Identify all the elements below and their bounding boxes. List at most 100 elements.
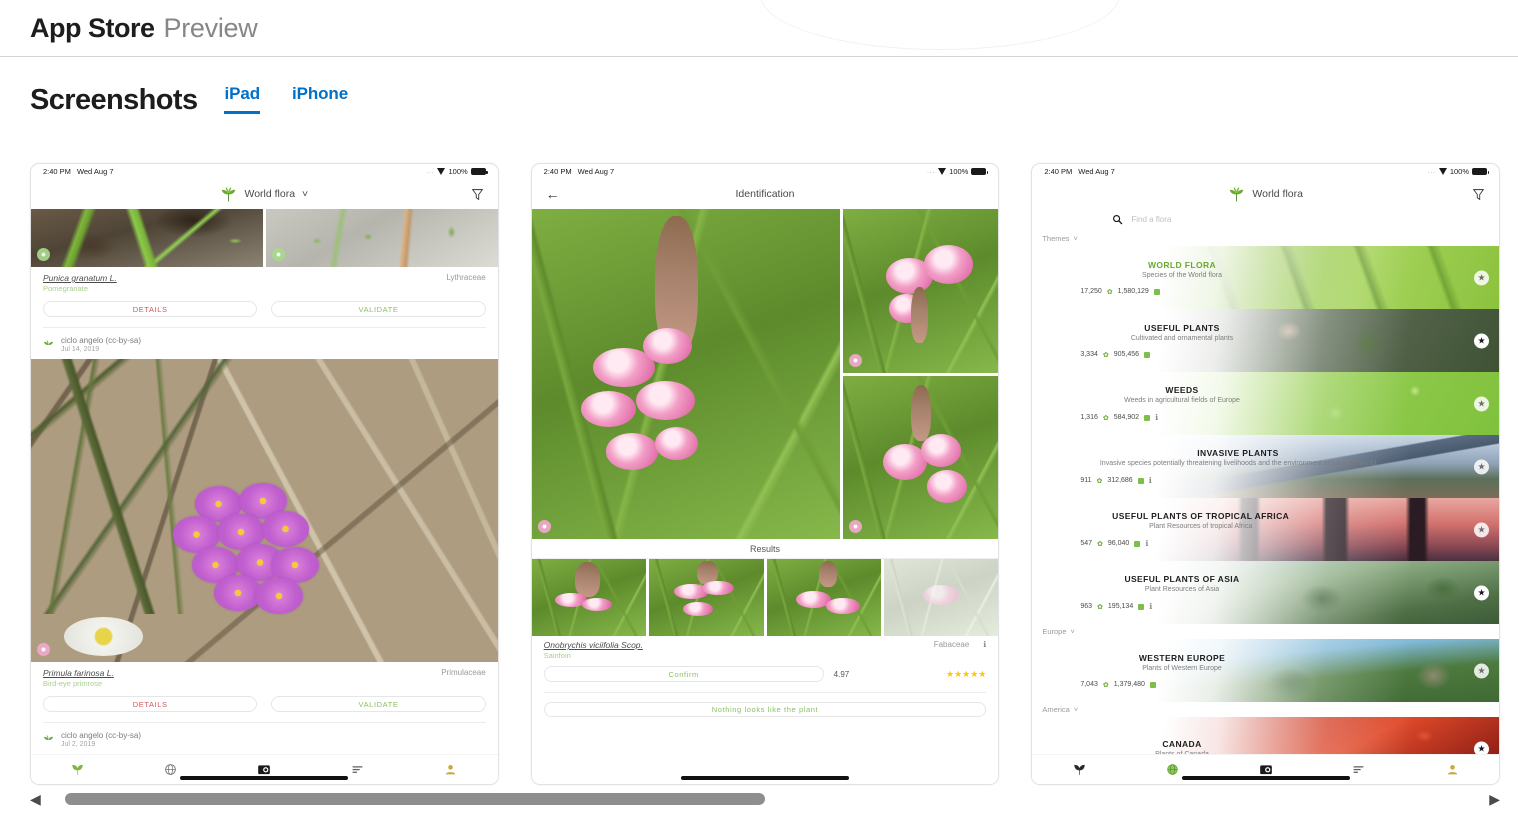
flora-card-asia[interactable]: USEFUL PLANTS OF ASIA Plant Resources of… [1032,561,1499,624]
tab-bar-1[interactable] [31,754,498,784]
screenshot-3-floras[interactable]: 2:40 PM Wed Aug 7 ... 100% World flora [1031,163,1500,785]
scroll-right-arrow[interactable]: ▶ [1489,792,1500,806]
search-input[interactable]: Find a flora [1131,215,1171,224]
result-thumbnail[interactable] [532,559,646,636]
favorite-star-icon[interactable]: ★ [1474,270,1489,285]
profile-icon[interactable] [1445,763,1459,777]
author-name[interactable]: ciclo angelo (cc-by-sa) [61,336,141,345]
carousel-scrollbar[interactable]: ◀ ▶ [30,788,1500,810]
wifi-icon [437,168,445,175]
species-family: Fabaceae [934,640,970,649]
section-themes[interactable]: Themes˅ [1032,231,1499,246]
tab-iphone[interactable]: iPhone [292,84,348,114]
back-arrow-icon[interactable]: ← [546,187,560,201]
signal-dots: ... [1428,169,1436,175]
flora-subtitle: Cultivated and ornamental plants [1042,335,1321,342]
flora-list[interactable]: WORLD FLORA Species of the World flora 1… [1032,246,1499,754]
observation-2-photo[interactable] [31,359,498,662]
flora-species-count: 3,334 [1080,351,1098,358]
nothing-matches-button[interactable]: Nothing looks like the plant [544,702,987,717]
result-thumbnail[interactable] [767,559,881,636]
image-icon [1154,289,1160,295]
identification-photo-grid[interactable] [532,209,999,539]
flora-card-tropical-africa[interactable]: USEFUL PLANTS OF TROPICAL AFRICA Plant R… [1032,498,1499,561]
screenshot-carousel[interactable]: 2:40 PM Wed Aug 7 ... 100% World flora [30,163,1500,785]
flora-card-useful-plants[interactable]: USEFUL PLANTS Cultivated and ornamental … [1032,309,1499,372]
profile-icon[interactable] [444,763,458,777]
section-europe[interactable]: Europe˅ [1032,624,1499,639]
info-icon[interactable]: ℹ [1149,602,1152,611]
filter-icon[interactable] [1472,188,1485,201]
info-icon[interactable]: ℹ [983,640,986,649]
list-icon[interactable] [351,763,365,777]
plant-icon[interactable] [1072,763,1086,777]
details-button[interactable]: DETAILS [43,301,257,317]
screenshot-2-identification[interactable]: 2:40 PM Wed Aug 7 ... 100% ← Identificat… [531,163,1000,785]
camera-icon[interactable] [1259,763,1273,777]
scroll-left-arrow[interactable]: ◀ [30,792,41,806]
query-photo-main[interactable] [532,209,840,539]
confirm-button[interactable]: Confirm [544,666,824,682]
home-indicator [1182,776,1350,780]
battery-percent: 100% [949,167,968,176]
species-name[interactable]: Onobrychis viciifolia Scop. [544,640,643,650]
validate-button[interactable]: VALIDATE [271,301,485,317]
filter-icon[interactable] [471,188,484,201]
flora-card-invasive-plants[interactable]: INVASIVE PLANTS Invasive species potenti… [1032,435,1499,498]
query-photo-tertiary[interactable] [843,376,999,540]
globe-icon[interactable] [1165,763,1179,777]
favorite-star-icon[interactable]: ★ [1474,663,1489,678]
app-nav-bar-2: ← Identification [532,179,999,209]
result-thumbnail-more[interactable] [884,559,998,636]
flora-search-bar[interactable]: Find a flora [1032,209,1499,231]
camera-icon[interactable] [257,763,271,777]
favorite-star-icon[interactable]: ★ [1474,585,1489,600]
info-icon[interactable]: ℹ [1155,413,1158,422]
info-icon[interactable]: ℹ [1145,539,1148,548]
status-time: 2:40 PM [544,167,572,176]
favorite-star-icon[interactable]: ★ [1474,396,1489,411]
observation-1-photos[interactable] [31,209,498,267]
details-button[interactable]: DETAILS [43,696,257,712]
validate-button[interactable]: VALIDATE [271,696,485,712]
tab-bar-3[interactable] [1032,754,1499,784]
info-icon[interactable]: ℹ [1149,476,1152,485]
image-icon [1138,478,1144,484]
flora-card-western-europe[interactable]: WESTERN EUROPE Plants of Western Europe … [1032,639,1499,702]
result-thumbnails[interactable] [532,559,999,636]
query-photo-secondary[interactable] [843,209,999,373]
list-icon[interactable] [1352,763,1366,777]
author-name[interactable]: ciclo angelo (cc-by-sa) [61,731,141,740]
flora-title: WEEDS [1042,385,1321,395]
species-name[interactable]: Primula farinosa L. [43,668,114,678]
plant-icon[interactable] [71,763,85,777]
scrollbar-track[interactable] [47,793,1483,805]
chevron-down-icon[interactable]: ˅ [302,188,308,200]
species-family: Primulaceae [441,668,485,677]
globe-icon[interactable] [164,763,178,777]
flora-species-count: 963 [1080,603,1092,610]
favorite-star-icon[interactable]: ★ [1474,522,1489,537]
observation-photo[interactable] [31,209,263,267]
tab-ipad[interactable]: iPad [224,84,260,114]
section-america[interactable]: America˅ [1032,702,1499,717]
favorite-star-icon[interactable]: ★ [1474,333,1489,348]
flora-species-count: 17,250 [1080,288,1101,295]
species-name[interactable]: Punica granatum L. [43,273,117,283]
favorite-star-icon[interactable]: ★ [1474,741,1489,754]
leaf-badge-icon [37,248,50,261]
flower-badge-icon [538,520,551,533]
chevron-down-icon: ˅ [1073,234,1077,243]
favorite-star-icon[interactable]: ★ [1474,459,1489,474]
chevron-down-icon: ˅ [1071,627,1075,636]
species-family: Lythraceae [446,273,485,282]
flora-card-canada[interactable]: CANADA Plants of Canada ★ [1032,717,1499,754]
flora-card-world-flora[interactable]: WORLD FLORA Species of the World flora 1… [1032,246,1499,309]
species-common-name: Sainfoin [544,651,643,660]
screenshot-1-observations[interactable]: 2:40 PM Wed Aug 7 ... 100% World flora [30,163,499,785]
scrollbar-thumb[interactable] [65,793,765,805]
flora-card-weeds[interactable]: WEEDS Weeds in agricultural fields of Eu… [1032,372,1499,435]
photo-flowers [166,480,325,619]
result-thumbnail[interactable] [649,559,763,636]
observation-photo[interactable] [263,209,498,267]
